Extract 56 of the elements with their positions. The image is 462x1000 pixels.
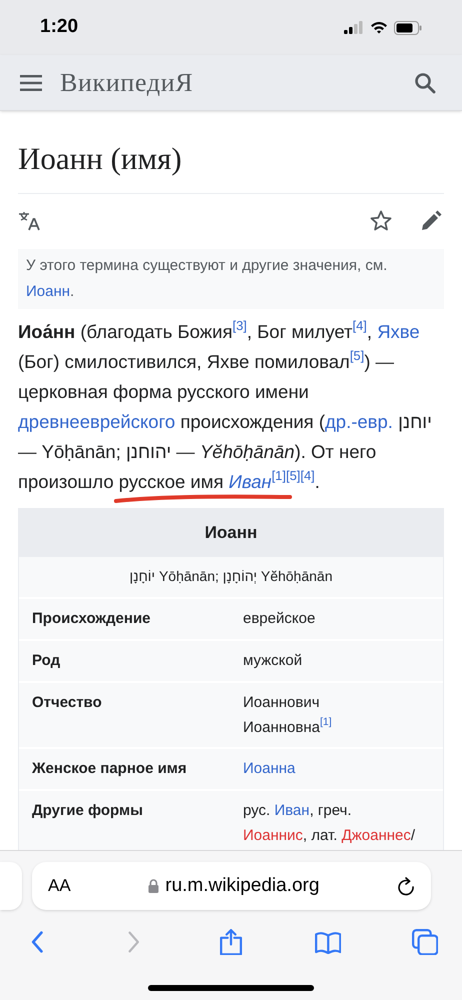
- language-button[interactable]: [18, 210, 42, 231]
- lock-icon: [148, 879, 160, 893]
- link[interactable]: Иоаннис: [243, 826, 303, 844]
- reference-link[interactable]: [1]: [320, 716, 332, 728]
- row-label: Происхождение: [32, 608, 152, 629]
- tabs-icon: [412, 928, 438, 956]
- link[interactable]: Яхве: [377, 320, 420, 342]
- book-icon: [314, 930, 342, 954]
- menu-icon: [20, 74, 42, 90]
- row-label: Отчество: [32, 692, 103, 713]
- link[interactable]: др.-евр.: [325, 410, 393, 432]
- signal-icon: [344, 21, 364, 34]
- reference-link[interactable]: [1]: [272, 468, 286, 483]
- row-label: Другие формы: [32, 800, 144, 821]
- row-label: Женское парное имя: [32, 758, 188, 779]
- infobox-subtitle: יוֹחָנָן Yōḥānān; יְהוֹחָנָן Yĕhōḥānān: [19, 556, 443, 599]
- link[interactable]: Иоанн: [26, 282, 70, 300]
- reload-button[interactable]: [396, 876, 415, 896]
- forward-icon: [128, 931, 140, 953]
- text-size-button[interactable]: AA: [48, 873, 71, 899]
- share-icon: [220, 928, 242, 956]
- row-value: Иоаннович: [243, 692, 321, 713]
- star-icon: [370, 210, 392, 232]
- row-value: Иоанновна$^{[1]}$: [243, 715, 332, 738]
- url-text: ru.m.wikipedia.org: [165, 874, 320, 898]
- row-value: Иоаннис, лат. Джоаннес/: [243, 826, 416, 846]
- reference-link[interactable]: [5]: [286, 468, 300, 483]
- tabs-button[interactable]: [410, 927, 440, 957]
- reload-icon: [396, 876, 415, 896]
- address-bar[interactable]: AA ru.m.wikipedia.org: [32, 862, 431, 910]
- reference-link[interactable]: [4]: [352, 318, 367, 333]
- reference-link[interactable]: [4]: [300, 468, 315, 483]
- watch-button[interactable]: [370, 210, 392, 232]
- back-icon: [30, 931, 44, 953]
- row-value: рус. Иван, греч.: [243, 800, 353, 821]
- row-value: еврейское: [243, 608, 316, 629]
- link[interactable]: древнееврейского: [18, 410, 176, 432]
- infobox-title: Иоанн: [19, 508, 443, 557]
- reference-link[interactable]: [3]: [232, 318, 247, 333]
- reference-link[interactable]: [5]: [350, 348, 364, 363]
- link[interactable]: Джоаннес: [342, 826, 411, 844]
- hatnote-text: У этого термина существуют и другие значения, см. Иоанн.: [26, 256, 388, 302]
- link[interactable]: Иоанна: [243, 760, 296, 777]
- search-button[interactable]: [414, 72, 436, 94]
- battery-icon: [394, 20, 422, 34]
- link[interactable]: Иван: [228, 470, 272, 492]
- edit-button[interactable]: [420, 210, 442, 232]
- link[interactable]: Иван: [274, 802, 310, 819]
- search-icon: [414, 72, 436, 94]
- page-title: Иоанн (имя): [18, 111, 444, 194]
- translate-icon: [18, 210, 42, 231]
- status-time: 1:20: [40, 15, 78, 40]
- wifi-icon: [370, 21, 388, 34]
- row-label: Род: [32, 650, 62, 671]
- pencil-icon: [420, 210, 442, 232]
- row-value: мужской: [243, 650, 302, 671]
